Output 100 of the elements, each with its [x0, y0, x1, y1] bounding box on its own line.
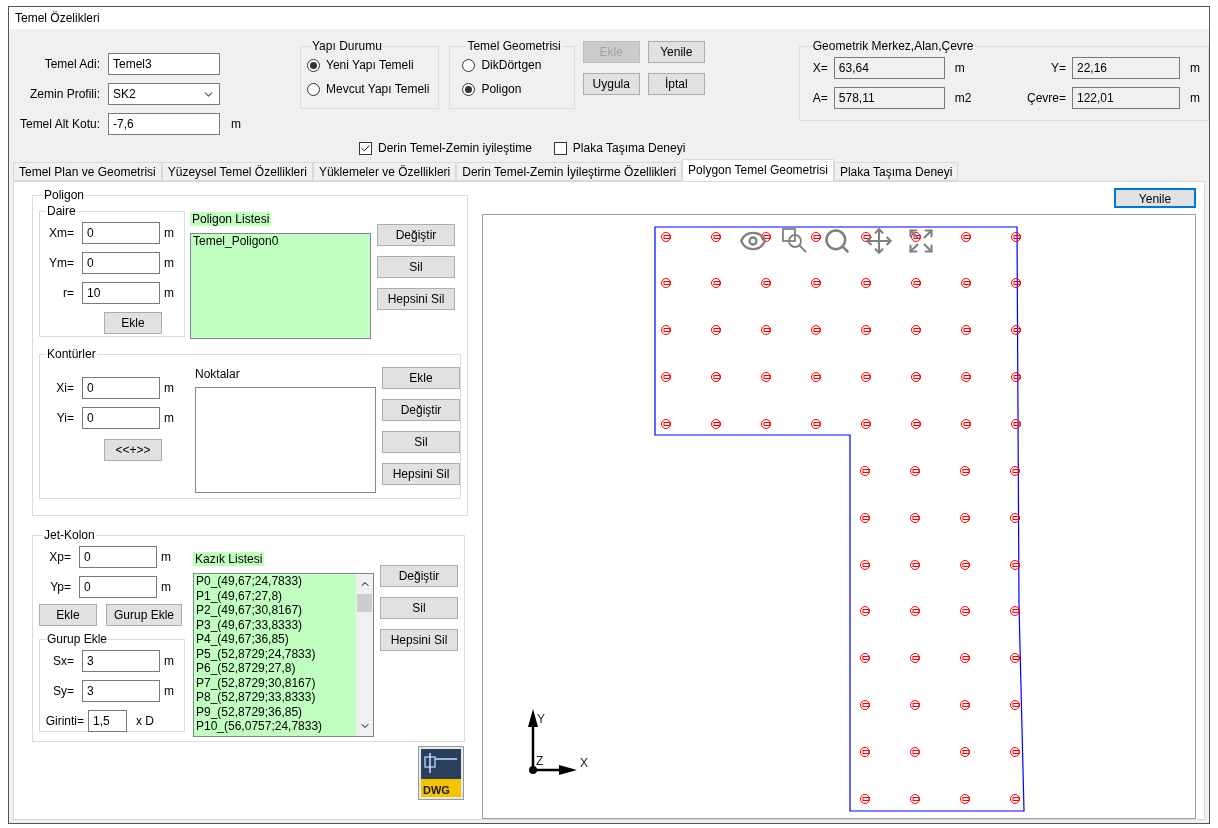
tab[interactable]: Yüklemeler ve Özellikleri — [312, 162, 457, 181]
unit-label: m — [160, 549, 171, 566]
button[interactable]: Gurup Ekle — [106, 604, 182, 626]
pile-marker — [1010, 700, 1020, 710]
button[interactable]: Sil — [380, 597, 458, 619]
list-item[interactable]: Temel_Poligon0 — [193, 234, 368, 249]
window-title: Temel Özelikleri — [15, 10, 100, 27]
input-field[interactable]: 1,5 — [88, 710, 127, 732]
unit-label: m — [163, 225, 174, 242]
input-field[interactable]: 10 — [82, 282, 160, 304]
pile-marker — [960, 513, 970, 523]
zoom-window-icon[interactable] — [781, 227, 809, 255]
scroll-thumb[interactable] — [357, 594, 372, 612]
tab[interactable]: Derin Temel-Zemin İyileştirme Özellikleri — [456, 162, 683, 181]
pile-marker — [910, 794, 920, 804]
pile-marker — [860, 794, 870, 804]
pile-marker — [861, 372, 871, 382]
expand-icon[interactable] — [907, 227, 935, 255]
pile-marker — [910, 747, 920, 757]
readonly-field: 122,01 — [1072, 87, 1180, 109]
checkbox[interactable] — [359, 141, 372, 155]
pile-marker — [911, 419, 921, 429]
list-item[interactable]: P2_(49,67;30,8167) — [196, 603, 354, 618]
radio-button[interactable] — [462, 82, 476, 96]
pile-marker — [1010, 794, 1020, 804]
axis-label: X — [580, 756, 588, 770]
pile-marker — [711, 372, 721, 382]
list-item[interactable]: P3_(49,67;33,8333) — [196, 617, 354, 632]
action-button[interactable]: Yenile — [647, 41, 705, 63]
tab[interactable]: Polygon Temel Geometrisi — [682, 159, 834, 181]
radio-button[interactable] — [307, 82, 320, 96]
pile-marker — [1011, 419, 1021, 429]
pile-marker — [860, 606, 870, 616]
dwg-export-button[interactable]: DWG — [418, 746, 464, 800]
button[interactable]: <<+>> — [104, 439, 162, 461]
pile-marker — [811, 232, 821, 242]
radio-button[interactable] — [307, 58, 320, 72]
tab[interactable]: Plaka Taşıma Deneyi — [833, 162, 959, 181]
input-field[interactable]: Temel3 — [108, 53, 220, 75]
list-item[interactable]: P10_(56,0757;24,7833) — [196, 719, 354, 734]
group-title: Geometrik Merkez,Alan,Çevre — [811, 39, 975, 53]
scrollbar[interactable] — [356, 574, 373, 736]
checkbox[interactable] — [553, 141, 567, 155]
unit-label: m — [163, 380, 174, 397]
tab[interactable]: Yüzeysel Temel Özellikleri — [161, 162, 313, 181]
search-icon[interactable] — [823, 227, 851, 255]
button[interactable]: Hepsini Sil — [377, 288, 455, 310]
input-field[interactable]: 3 — [82, 680, 160, 702]
pile-marker — [711, 419, 721, 429]
pile-marker — [761, 325, 771, 335]
pile-marker — [1011, 325, 1021, 335]
pile-marker — [911, 372, 921, 382]
list-item[interactable]: P5_(52,8729;24,7833) — [196, 646, 354, 661]
pile-marker — [911, 325, 921, 335]
list-item[interactable]: P9_(52,8729;36,85) — [196, 704, 354, 719]
action-button[interactable]: İptal — [647, 73, 705, 95]
button[interactable]: Ekle — [382, 367, 460, 389]
list-item[interactable]: P7_(52,8729;30,8167) — [196, 675, 354, 690]
refresh-button[interactable]: Yenile — [1114, 188, 1196, 208]
field-label: Yi= — [55, 410, 75, 427]
button[interactable]: Ekle — [39, 604, 97, 626]
list-item[interactable]: P0_(49,67;24,7833) — [196, 574, 354, 589]
input-field[interactable]: 0 — [79, 576, 157, 598]
field-label: Temel Alt Kotu: — [18, 116, 101, 133]
group-title: Yapı Durumu — [311, 39, 383, 53]
button[interactable]: Sil — [382, 431, 460, 453]
button[interactable]: Değiştir — [377, 224, 455, 246]
unit-label: m2 — [953, 90, 972, 107]
unit-label: m — [1189, 90, 1200, 107]
button[interactable]: Değiştir — [382, 399, 460, 421]
pile-marker — [960, 700, 970, 710]
list-item[interactable]: P4_(49,67;36,85) — [196, 632, 354, 647]
input-field[interactable]: 0 — [82, 252, 160, 274]
input-field[interactable]: 0 — [82, 377, 160, 399]
unit-label: m — [163, 410, 174, 427]
action-button[interactable]: Uygula — [582, 73, 640, 95]
button[interactable]: Sil — [377, 256, 455, 278]
pile-marker — [761, 278, 771, 288]
pile-marker — [1010, 606, 1020, 616]
list-item[interactable]: P1_(49,67;27,8) — [196, 588, 354, 603]
button[interactable]: Hepsini Sil — [382, 463, 460, 485]
tab[interactable]: Temel Plan ve Geometrisi — [13, 162, 162, 181]
pile-marker — [960, 466, 970, 476]
input-field[interactable]: -7,6 — [108, 113, 220, 135]
button[interactable]: Hepsini Sil — [380, 629, 458, 651]
input-field[interactable]: 3 — [82, 650, 160, 672]
pile-marker — [711, 278, 721, 288]
dropdown[interactable]: SK2 — [108, 83, 220, 105]
input-field[interactable]: 0 — [82, 222, 160, 244]
list-item[interactable]: P6_(52,8729;27,8) — [196, 661, 354, 676]
radio-button[interactable] — [462, 58, 476, 72]
list-item[interactable]: P8_(52,8729;33,8333) — [196, 690, 354, 705]
button[interactable]: Ekle — [104, 312, 162, 334]
move-icon[interactable] — [865, 227, 893, 255]
field-label: Çevre= — [1025, 90, 1067, 107]
button[interactable]: Değiştir — [380, 565, 458, 587]
unit-label: x D — [135, 713, 154, 730]
input-field[interactable]: 0 — [82, 407, 160, 429]
input-field[interactable]: 0 — [79, 546, 157, 568]
pile-marker — [761, 419, 771, 429]
